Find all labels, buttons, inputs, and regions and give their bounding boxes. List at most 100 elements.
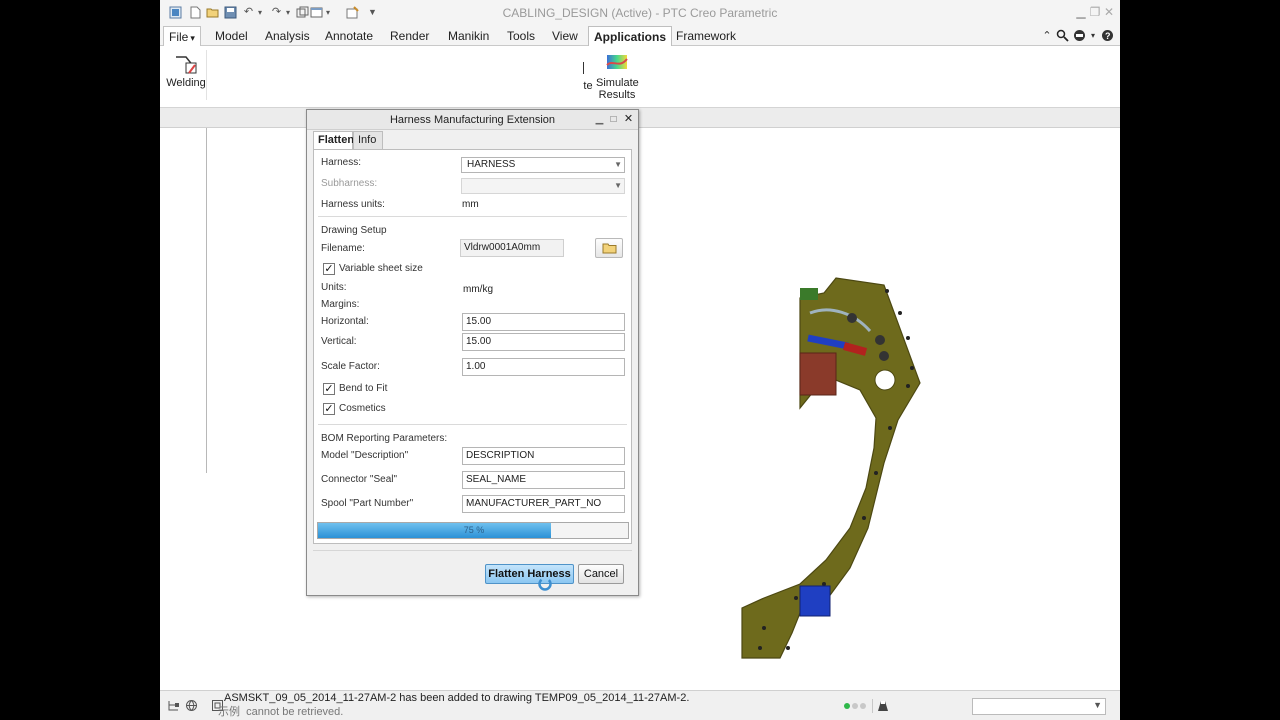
browser-toggle-icon[interactable]	[184, 699, 198, 713]
units-value: mm/kg	[463, 284, 493, 295]
status-bar: ASMSKT_09_05_2014_11-27AM-2 has been add…	[160, 690, 1120, 720]
subharness-select[interactable]: ▼	[461, 178, 625, 194]
progress-text: 75 %	[463, 525, 485, 535]
restore-icon[interactable]: ❐	[1088, 5, 1102, 19]
variable-sheet-label: Variable sheet size	[339, 263, 423, 274]
creo-window: ↶ ▾ ↷ ▾ ▾ ▼ CABLING_DESIGN (Active) - PT…	[160, 0, 1120, 720]
simulate-results-button[interactable]: Simulate Results	[596, 46, 639, 108]
model-description-input[interactable]: DESCRIPTION	[462, 447, 625, 465]
svg-text:?: ?	[1105, 31, 1111, 41]
filename-label: Filename:	[321, 243, 365, 254]
scale-factor-input[interactable]: 1.00	[462, 358, 625, 376]
tab-tools[interactable]: Tools	[502, 26, 540, 46]
right-bracket	[741, 277, 921, 659]
horizontal-label: Horizontal:	[321, 316, 369, 327]
title-bar: ↶ ▾ ↷ ▾ ▾ ▼ CABLING_DESIGN (Active) - PT…	[160, 0, 1120, 26]
variable-sheet-checkbox[interactable]: ✓	[323, 263, 335, 275]
simulate-results-line2: Results	[598, 89, 636, 101]
chevron-down-icon: ▼	[614, 160, 622, 169]
busy-cursor-icon	[538, 577, 552, 591]
harness-select[interactable]: HARNESS ▼	[461, 157, 625, 173]
tab-manikin[interactable]: Manikin	[443, 26, 494, 46]
regen-status-icon	[844, 703, 850, 709]
close-icon[interactable]: ✕	[1102, 5, 1116, 19]
vertical-margin-input[interactable]: 15.00	[462, 333, 625, 351]
flatten-harness-button[interactable]: Flatten Harness	[485, 564, 574, 584]
spool-part-number-input[interactable]: MANUFACTURER_PART_NO	[462, 495, 625, 513]
minimize-icon[interactable]: ▁	[1074, 5, 1088, 19]
harness-label: Harness:	[321, 157, 362, 168]
ribbon-divider	[206, 50, 207, 100]
help-icon[interactable]: ?	[1100, 29, 1114, 43]
harness-units-label: Harness units:	[321, 199, 385, 210]
settings-icon[interactable]	[1072, 29, 1086, 43]
tab-view[interactable]: View	[547, 26, 583, 46]
welding-icon	[174, 51, 198, 75]
welding-button[interactable]: Welding	[166, 46, 206, 108]
dialog-close-icon[interactable]: ✕	[622, 113, 635, 126]
cancel-button[interactable]: Cancel	[578, 564, 624, 584]
margins-label: Margins:	[321, 299, 360, 310]
status-divider	[872, 699, 873, 713]
graphics-window[interactable]	[160, 128, 1120, 690]
scale-factor-label: Scale Factor:	[321, 361, 380, 372]
bend-to-fit-checkbox[interactable]: ✓	[323, 383, 335, 395]
partial-label: te	[583, 80, 593, 92]
horizontal-margin-input[interactable]: 15.00	[462, 313, 625, 331]
browse-button[interactable]	[595, 238, 623, 258]
harness-units-value: mm	[462, 199, 479, 210]
separator	[318, 424, 627, 425]
simulate-results-icon	[605, 51, 629, 75]
chevron-down-icon: ▼	[1093, 700, 1102, 710]
simulate-results-line1: Simulate	[596, 77, 639, 89]
bom-label: BOM Reporting Parameters:	[321, 433, 448, 444]
regen-status-icon	[860, 703, 866, 709]
model-tree-toggle-icon[interactable]	[166, 699, 180, 713]
separator	[313, 550, 632, 551]
connector-seal-label: Connector "Seal"	[321, 474, 398, 485]
harness-dialog: Harness Manufacturing Extension ▁ □ ✕ Fl…	[306, 109, 639, 596]
tab-flatten[interactable]: Flatten	[313, 131, 354, 150]
regen-status-icon	[852, 703, 858, 709]
tab-annotate[interactable]: Annotate	[320, 26, 378, 46]
dialog-title: Harness Manufacturing Extension	[389, 114, 556, 126]
welding-label: Welding	[166, 77, 206, 89]
collapse-ribbon-icon[interactable]: ⌃	[1040, 29, 1054, 43]
open-folder-icon	[602, 243, 617, 254]
dialog-title-bar[interactable]: Harness Manufacturing Extension ▁ □ ✕	[307, 110, 638, 130]
tab-analysis[interactable]: Analysis	[260, 26, 315, 46]
ribbon-tabs: File ▾ Model Analysis Annotate Render Man…	[160, 26, 1120, 47]
tab-applications[interactable]: Applications	[588, 26, 673, 47]
chevron-down-icon: ▼	[614, 181, 622, 190]
bend-to-fit-label: Bend to Fit	[339, 383, 388, 394]
tab-render[interactable]: Render	[385, 26, 434, 46]
dialog-maximize-icon[interactable]: □	[607, 113, 620, 126]
model-view	[323, 277, 921, 659]
model-description-label: Model "Description"	[321, 450, 409, 461]
settings-dropdown-icon[interactable]: ▾	[1086, 29, 1100, 43]
ribbon-group-bar	[160, 108, 1120, 128]
cosmetics-checkbox[interactable]: ✓	[323, 403, 335, 415]
separator	[318, 216, 627, 217]
tab-info[interactable]: Info	[353, 131, 383, 149]
progress-bar: 75 %	[317, 522, 629, 539]
spool-part-number-label: Spool "Part Number"	[321, 498, 414, 509]
subharness-label: Subharness:	[321, 178, 378, 189]
connector-seal-input[interactable]: SEAL_NAME	[462, 471, 625, 489]
ribbon-panel: Welding te Simulate Results	[160, 46, 1120, 108]
status-message-secondary: 示例 cannot be retrieved.	[218, 706, 344, 718]
drawing-setup-label: Drawing Setup	[321, 225, 387, 236]
app-title: CABLING_DESIGN (Active) - PTC Creo Param…	[502, 6, 778, 20]
flatten-panel: Harness: HARNESS ▼ Subharness: ▼ Harness …	[313, 149, 632, 544]
dialog-minimize-icon[interactable]: ▁	[593, 113, 606, 126]
search-icon[interactable]	[1055, 29, 1069, 43]
vertical-label: Vertical:	[321, 336, 357, 347]
units-label: Units:	[321, 282, 347, 293]
ribbon-divider	[583, 62, 584, 74]
tab-model[interactable]: Model	[210, 26, 253, 46]
tab-file[interactable]: File ▾	[163, 26, 201, 46]
selection-filter-icon[interactable]	[876, 699, 890, 713]
filename-field[interactable]: Vldrw0001A0mm	[460, 239, 564, 257]
selection-filter-dropdown[interactable]: ▼	[972, 698, 1106, 715]
tab-framework[interactable]: Framework	[671, 26, 741, 46]
